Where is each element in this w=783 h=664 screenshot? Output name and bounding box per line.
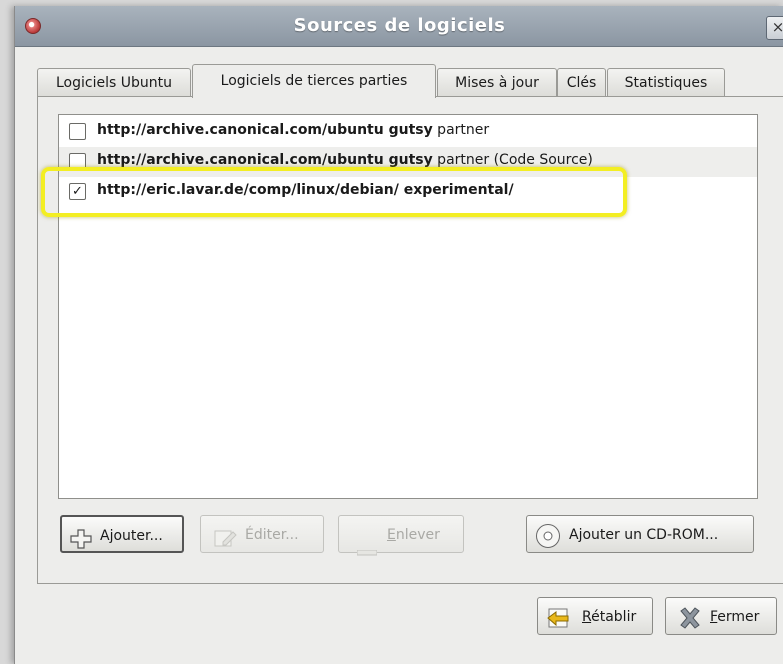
source-text: http://archive.canonical.com/ubuntu guts… — [97, 122, 489, 138]
add-button-label: Ajouter... — [100, 528, 163, 544]
minus-icon — [356, 533, 378, 571]
source-url: http://archive.canonical.com/ubuntu guts… — [97, 152, 433, 168]
cdrom-icon — [535, 523, 561, 564]
remove-button[interactable]: Enlever — [338, 515, 464, 556]
add-cdrom-button[interactable]: Ajouter un CD-ROM... — [526, 515, 754, 553]
window-close-button[interactable]: × — [766, 16, 783, 40]
close-label: Fermer — [710, 598, 759, 636]
revert-label: Rétablir — [582, 598, 636, 636]
source-row[interactable]: ✓ http://eric.lavar.de/comp/linux/debian… — [41, 167, 757, 217]
sources-list[interactable]: http://archive.canonical.com/ubuntu guts… — [41, 114, 758, 499]
tab-mises-a-jour[interactable]: Mises à jour — [437, 68, 557, 97]
edit-button[interactable]: Éditer... — [200, 515, 324, 553]
source-row[interactable]: http://archive.canonical.com/ubuntu guts… — [59, 147, 757, 177]
add-button[interactable]: Ajouter... — [60, 515, 184, 553]
revert-button[interactable]: Rétablir — [537, 597, 653, 635]
revert-icon — [546, 605, 574, 644]
title-bar[interactable]: Sources de logiciels × — [15, 6, 783, 47]
source-url: http://archive.canonical.com/ubuntu guts… — [97, 122, 433, 138]
close-label-rest: ermer — [717, 609, 760, 625]
source-row[interactable]: http://archive.canonical.com/ubuntu guts… — [59, 117, 757, 147]
window-title: Sources de logiciels — [293, 15, 506, 36]
remove-button-label: Enlever — [387, 516, 440, 554]
close-button[interactable]: Fermer — [665, 597, 777, 635]
source-checkbox[interactable] — [69, 123, 86, 140]
add-cdrom-label: Ajouter un CD-ROM... — [569, 527, 719, 543]
source-text: http://eric.lavar.de/comp/linux/debian/ … — [97, 182, 514, 198]
remove-label-rest: nlever — [395, 527, 440, 543]
source-checkbox[interactable] — [69, 153, 86, 170]
source-checkbox[interactable]: ✓ — [69, 183, 86, 200]
edit-button-label: Éditer... — [245, 527, 299, 543]
source-suffix: partner — [432, 122, 490, 138]
tab-panel-tierces-parties: http://archive.canonical.com/ubuntu guts… — [37, 96, 783, 584]
edit-icon — [213, 525, 237, 563]
software-sources-window: Sources de logiciels × Logiciels Ubuntu … — [14, 6, 783, 664]
tab-tierces-parties[interactable]: Logiciels de tierces parties — [192, 64, 436, 98]
source-text: http://archive.canonical.com/ubuntu guts… — [97, 152, 593, 168]
tab-logiciels-ubuntu[interactable]: Logiciels Ubuntu — [37, 68, 191, 97]
tab-statistiques[interactable]: Statistiques — [607, 68, 725, 97]
remove-mnemonic: E — [387, 527, 396, 543]
close-x-icon — [678, 606, 702, 644]
source-suffix: partner (Code Source) — [432, 152, 593, 168]
revert-label-rest: établir — [591, 609, 637, 625]
plus-icon — [70, 526, 92, 564]
tab-cles[interactable]: Clés — [557, 68, 606, 97]
source-url: http://eric.lavar.de/comp/linux/debian/ … — [97, 182, 514, 198]
revert-mnemonic: R — [582, 609, 592, 625]
